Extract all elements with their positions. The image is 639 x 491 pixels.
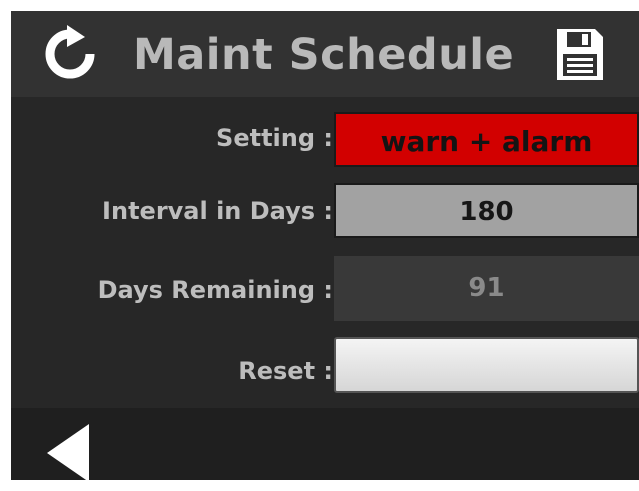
refresh-icon[interactable] — [41, 25, 99, 83]
header-bar: Maint Schedule — [11, 11, 639, 97]
reset-button[interactable] — [334, 337, 639, 393]
page-title: Maint Schedule — [133, 30, 515, 80]
interval-label: Interval in Days : — [102, 197, 333, 225]
reset-label: Reset : — [238, 357, 333, 385]
setting-select[interactable]: warn + alarm — [334, 112, 639, 167]
back-arrow-icon[interactable] — [47, 424, 89, 480]
days-remaining-value: 91 — [334, 256, 639, 321]
screen: Maint Schedule Setting : warn + alarm In… — [11, 11, 639, 480]
interval-days-input[interactable]: 180 — [334, 183, 639, 238]
footer-bar — [11, 408, 639, 480]
days-remaining-label: Days Remaining : — [97, 276, 333, 304]
setting-label: Setting : — [216, 124, 333, 152]
save-icon[interactable] — [555, 27, 605, 82]
